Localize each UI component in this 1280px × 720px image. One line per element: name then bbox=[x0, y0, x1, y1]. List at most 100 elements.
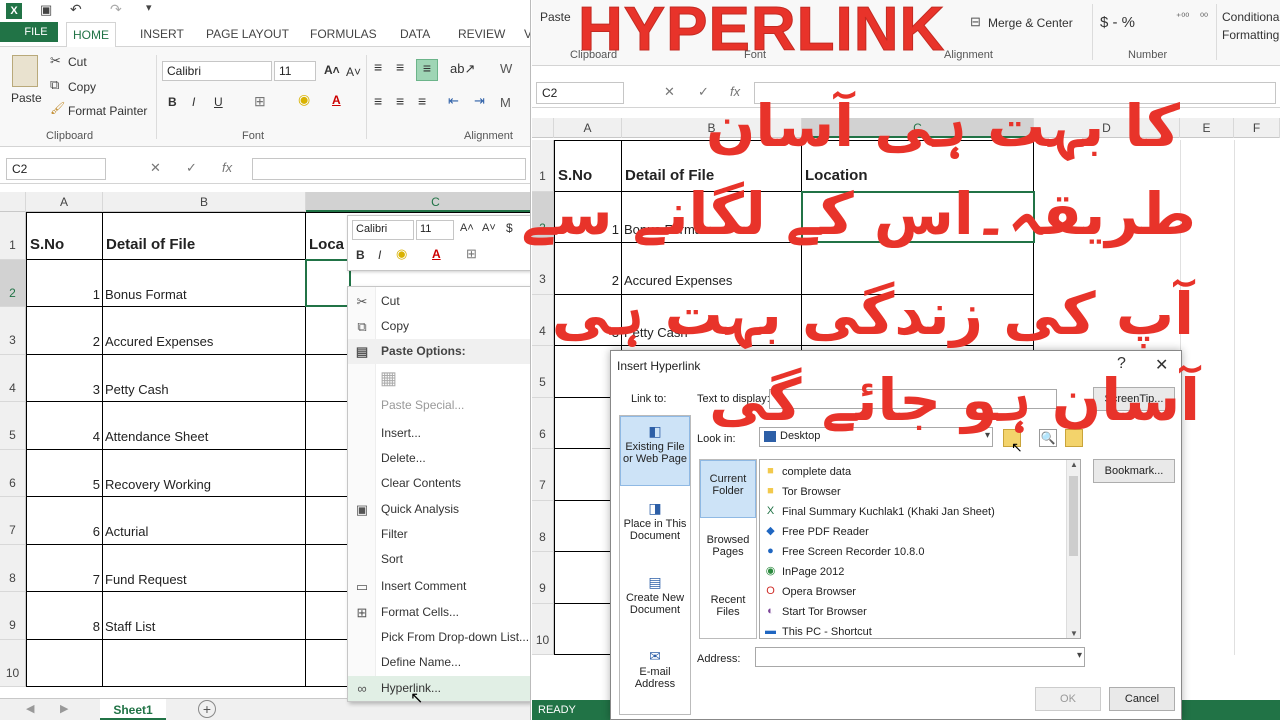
row-header[interactable]: 7 bbox=[532, 449, 554, 501]
table-cell-sno[interactable]: 7 bbox=[26, 544, 103, 592]
align-bottom-icon[interactable]: ≡ bbox=[416, 59, 438, 81]
context-menu-item-copy[interactable]: ⧉ Copy bbox=[348, 314, 530, 339]
italic-icon[interactable]: I bbox=[192, 95, 195, 109]
paste-icon[interactable] bbox=[12, 55, 38, 87]
cancel-entry-icon[interactable]: ✕ bbox=[150, 160, 161, 176]
file-list-scrollbar[interactable]: ▲ ▼ bbox=[1066, 460, 1080, 638]
link-to-email[interactable]: ✉ E-mail Address bbox=[620, 642, 690, 708]
cancel-entry-icon[interactable]: ✕ bbox=[664, 84, 675, 100]
save-icon[interactable]: ▣ bbox=[40, 2, 52, 18]
table-cell-detail[interactable]: Staff List bbox=[103, 592, 306, 640]
file-list-item[interactable]: ◉ InPage 2012 bbox=[762, 562, 845, 582]
link-to-existing-file[interactable]: ◧ Existing File or Web Page bbox=[620, 416, 690, 486]
row-header[interactable]: 6 bbox=[532, 397, 554, 449]
row-header[interactable]: 8 bbox=[532, 500, 554, 552]
row-header[interactable]: 9 bbox=[0, 592, 26, 640]
context-menu-item-pick-from-drop-down-list[interactable]: Pick From Drop-down List... bbox=[348, 625, 530, 650]
select-all-corner[interactable] bbox=[0, 192, 26, 212]
scroll-right-icon[interactable]: ▶ bbox=[60, 702, 68, 715]
tab-data[interactable]: DATA bbox=[394, 22, 436, 47]
font-color-icon[interactable]: A bbox=[332, 93, 341, 107]
merge-center-button[interactable]: Merge & Center bbox=[988, 16, 1073, 30]
table-cell-sno[interactable] bbox=[26, 639, 103, 687]
align-right-icon[interactable]: ≡ bbox=[418, 93, 426, 109]
scroll-down-icon[interactable]: ▼ bbox=[1070, 629, 1078, 638]
mini-fill-color-icon[interactable]: ◉ bbox=[396, 246, 407, 262]
paste-button[interactable]: Paste bbox=[11, 91, 42, 105]
tab-page-layout[interactable]: PAGE LAYOUT bbox=[200, 22, 295, 47]
scroll-left-icon[interactable]: ◀ bbox=[26, 702, 34, 715]
table-cell-sno[interactable]: 5 bbox=[26, 449, 103, 497]
name-box-right[interactable]: C2 bbox=[536, 82, 624, 104]
column-header-a[interactable]: A bbox=[26, 192, 103, 212]
row-header[interactable]: 5 bbox=[0, 402, 26, 450]
tab-formulas[interactable]: FORMULAS bbox=[304, 22, 383, 47]
row-header[interactable]: 10 bbox=[532, 603, 554, 655]
context-menu-item-hyperlink[interactable]: ∞ Hyperlink... bbox=[348, 676, 530, 701]
borders-icon[interactable]: ⊞ bbox=[254, 93, 266, 110]
context-menu-item-quick-analysis[interactable]: ▣ Quick Analysis bbox=[348, 497, 530, 522]
merge-icon[interactable]: M bbox=[500, 95, 511, 110]
link-to-place-in-document[interactable]: ◨ Place in This Document bbox=[620, 494, 690, 560]
row-header[interactable]: 10 bbox=[0, 639, 26, 687]
formula-input[interactable] bbox=[252, 158, 526, 180]
row-header[interactable]: 3 bbox=[532, 243, 554, 295]
select-all-corner-right[interactable] bbox=[532, 118, 554, 138]
row-header[interactable]: 4 bbox=[532, 294, 554, 346]
increase-decimal-icon[interactable]: ⁺⁰⁰ bbox=[1176, 12, 1189, 23]
column-header-c[interactable]: C bbox=[306, 192, 530, 212]
context-menu-item-delete[interactable]: Delete... bbox=[348, 446, 530, 471]
file-list-item[interactable]: ◐ Start Tor Browser bbox=[762, 602, 867, 622]
row-header[interactable]: 8 bbox=[0, 544, 26, 592]
file-list-item[interactable]: X Final Summary Kuchlak1 (Khaki Jan Sheet… bbox=[762, 502, 995, 522]
file-list-item[interactable]: ■ Tor Browser bbox=[762, 482, 841, 502]
sheet-tab-sheet1[interactable]: Sheet1 bbox=[100, 699, 166, 720]
column-header-a[interactable]: A bbox=[554, 118, 622, 138]
tab-file[interactable]: FILE bbox=[0, 22, 58, 42]
row-header[interactable]: 4 bbox=[0, 354, 26, 402]
table-cell-sno[interactable]: 8 bbox=[26, 592, 103, 640]
row-header[interactable]: 5 bbox=[532, 346, 554, 398]
mini-italic-icon[interactable]: I bbox=[378, 248, 381, 262]
mini-grow-font-icon[interactable]: A˄ bbox=[460, 222, 474, 234]
context-menu-item-format-cells[interactable]: ⊞ Format Cells... bbox=[348, 600, 530, 625]
row-header[interactable]: 1 bbox=[0, 212, 26, 260]
table-cell-detail[interactable]: Accured Expenses bbox=[103, 307, 306, 355]
table-cell-detail[interactable]: Fund Request bbox=[103, 544, 306, 592]
insert-function-icon[interactable]: fx bbox=[222, 160, 232, 175]
align-center-icon[interactable]: ≡ bbox=[396, 93, 404, 109]
orientation-icon[interactable]: ab↗ bbox=[450, 61, 475, 77]
context-menu-paste-option[interactable]: ▦ bbox=[348, 365, 530, 393]
paste-button-right[interactable]: Paste bbox=[540, 10, 571, 24]
add-sheet-icon[interactable]: + bbox=[198, 700, 216, 718]
address-input[interactable]: ▾ bbox=[755, 647, 1085, 667]
font-size-select[interactable]: 11 bbox=[274, 61, 316, 81]
shrink-font-icon[interactable]: A˅ bbox=[346, 65, 361, 79]
table-header-cell[interactable]: Detail of File bbox=[103, 212, 306, 260]
scroll-thumb[interactable] bbox=[1069, 476, 1078, 556]
table-cell-sno[interactable]: 4 bbox=[26, 402, 103, 450]
column-header-e[interactable]: E bbox=[1180, 118, 1234, 138]
row-header[interactable]: 9 bbox=[532, 552, 554, 604]
font-name-select[interactable]: Calibri bbox=[162, 61, 272, 81]
table-cell-sno[interactable]: 2 bbox=[26, 307, 103, 355]
tab-insert[interactable]: INSERT bbox=[134, 22, 190, 47]
link-to-new-document[interactable]: ▤ Create New Document bbox=[620, 568, 690, 634]
table-cell-detail[interactable]: Petty Cash bbox=[103, 354, 306, 402]
mini-shrink-font-icon[interactable]: A˅ bbox=[482, 222, 496, 234]
cancel-button[interactable]: Cancel bbox=[1109, 687, 1175, 711]
tab-recent-files[interactable]: Recent Files bbox=[700, 582, 756, 638]
customize-qat-icon[interactable]: ▾ bbox=[146, 1, 152, 14]
table-cell-detail[interactable]: Acturial bbox=[103, 497, 306, 545]
row-header[interactable]: 6 bbox=[0, 449, 26, 497]
mini-currency-icon[interactable]: $ bbox=[506, 221, 513, 235]
context-menu-item-cut[interactable]: ✂ Cut bbox=[348, 289, 530, 314]
decrease-indent-icon[interactable]: ⇤ bbox=[448, 93, 459, 109]
file-list-item[interactable]: ● Free Screen Recorder 10.8.0 bbox=[762, 542, 924, 562]
context-menu-item-insert-comment[interactable]: ▭ Insert Comment bbox=[348, 574, 530, 599]
copy-button[interactable]: Copy bbox=[68, 80, 96, 94]
context-menu-item-define-name[interactable]: Define Name... bbox=[348, 650, 530, 675]
wrap-text-icon[interactable]: W bbox=[500, 61, 512, 76]
mini-size-select[interactable]: 11 bbox=[416, 220, 454, 240]
row-header[interactable]: 7 bbox=[0, 497, 26, 545]
